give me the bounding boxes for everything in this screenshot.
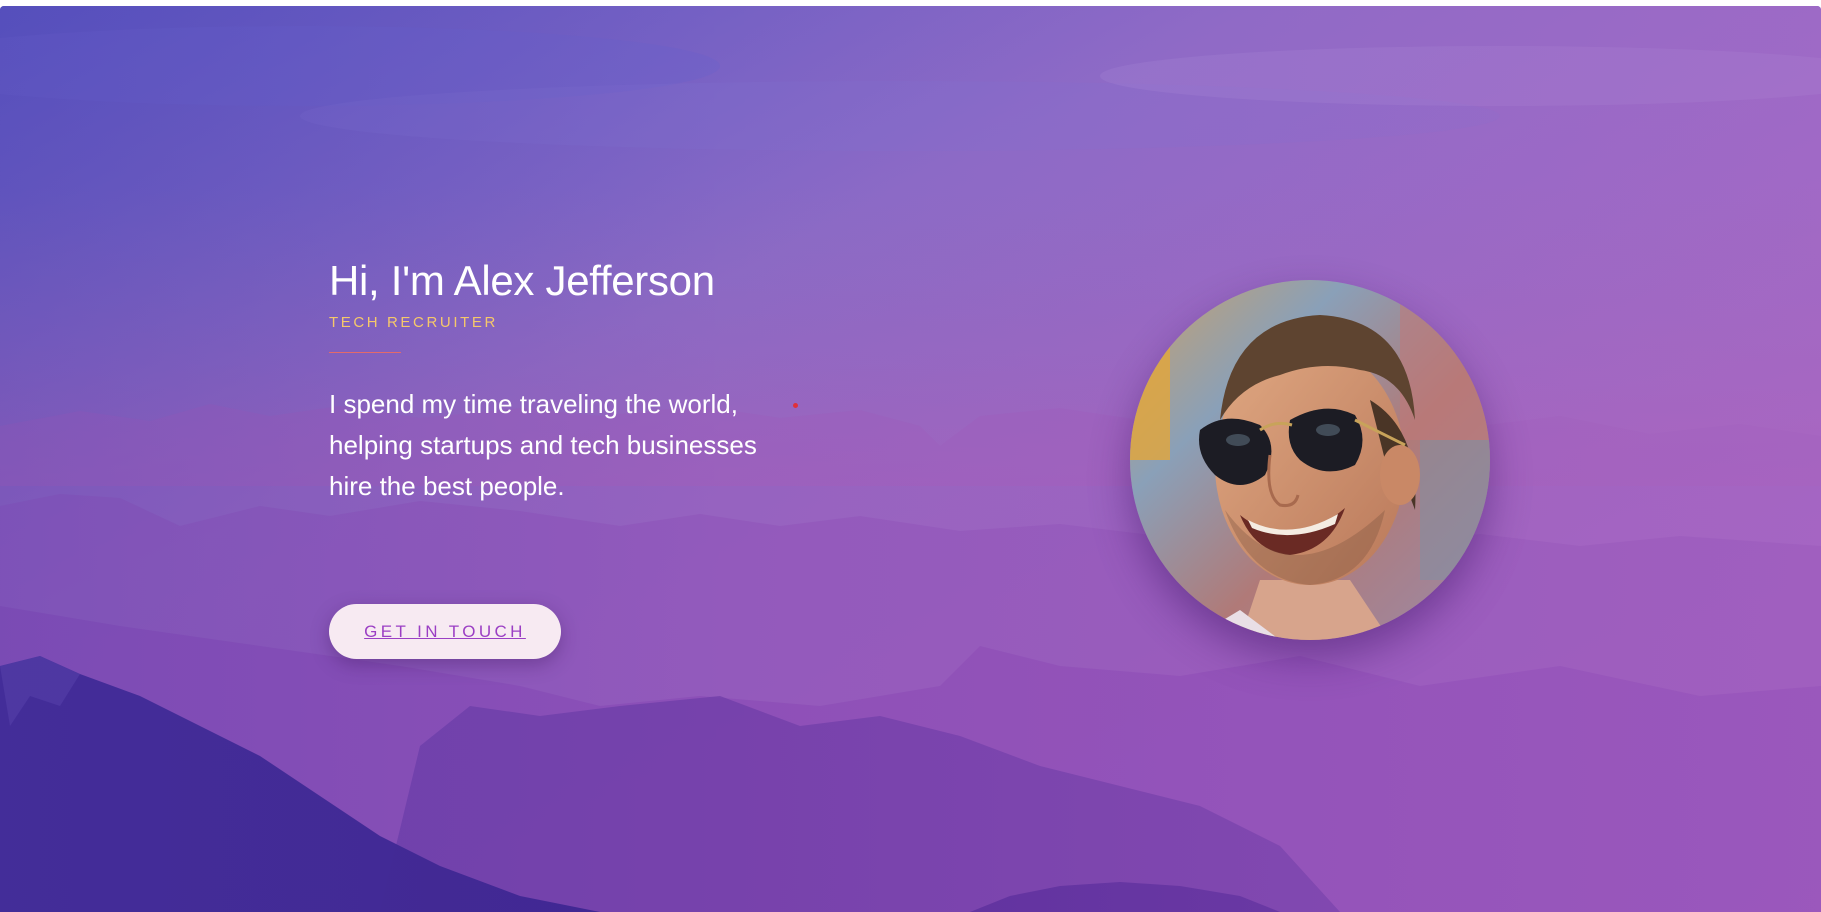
intro-block: Hi, I'm Alex Jefferson TECH RECRUITER I … xyxy=(329,255,849,507)
get-in-touch-button[interactable]: GET IN TOUCH xyxy=(329,604,561,659)
hero-section xyxy=(0,6,1821,912)
cursor-marker xyxy=(793,403,798,408)
accent-divider xyxy=(329,352,401,353)
get-in-touch-label: GET IN TOUCH xyxy=(364,621,526,641)
bio-text: I spend my time traveling the world, hel… xyxy=(329,389,757,501)
job-title: TECH RECRUITER xyxy=(329,314,498,331)
background-tint xyxy=(0,6,1821,912)
portrait-photo-icon xyxy=(1130,280,1490,640)
avatar xyxy=(1130,280,1490,640)
page-title: Hi, I'm Alex Jefferson xyxy=(329,257,715,304)
